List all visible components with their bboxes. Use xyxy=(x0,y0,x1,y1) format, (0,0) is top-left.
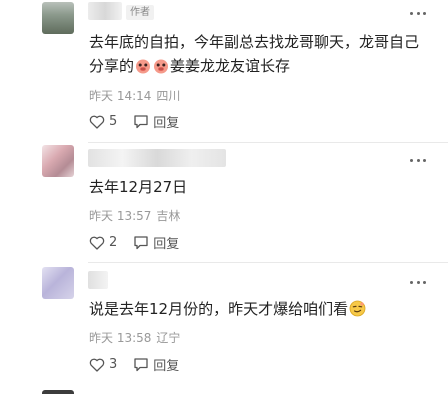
comment-location: 辽宁 xyxy=(156,331,181,345)
comment-meta: 昨天 13:58 辽宁 xyxy=(89,329,185,346)
like-count: 2 xyxy=(109,235,118,250)
author-badge: 作者 xyxy=(126,5,154,20)
comment-bubble-icon xyxy=(134,115,148,129)
avatar[interactable] xyxy=(42,2,74,34)
comment-actions: 5 回复 xyxy=(89,112,195,131)
reply-button[interactable]: 回复 xyxy=(133,355,179,374)
username-blurred[interactable] xyxy=(88,149,226,167)
like-button[interactable]: 2 xyxy=(89,235,117,250)
comment-text: 去年12月27日 xyxy=(89,178,188,196)
comment-item: 说是去年12月份的，昨天才爆给咱们看 昨天 13:58 辽宁 3 回复 xyxy=(0,263,448,394)
red-pig-face-emoji xyxy=(135,57,151,81)
smirk-face-emoji xyxy=(349,300,366,324)
reply-label: 回复 xyxy=(153,359,180,374)
heart-outline-icon xyxy=(89,115,105,129)
reply-button[interactable]: 回复 xyxy=(133,112,179,131)
comment-actions: 3 回复 xyxy=(89,355,195,374)
reply-label: 回复 xyxy=(153,116,180,131)
comment-time: 昨天 14:14 xyxy=(89,89,152,103)
username-blurred[interactable] xyxy=(88,271,108,289)
red-pig-face-emoji xyxy=(153,57,169,81)
comment-bubble-icon xyxy=(134,358,148,372)
comment-time: 昨天 13:57 xyxy=(89,209,152,223)
comment-actions: 2 回复 xyxy=(89,233,195,252)
comment-text: 说是去年12月份的，昨天才爆给咱们看 xyxy=(89,297,425,324)
comment-text: 去年底的自拍，今年副总去找龙哥聊天，龙哥自己分享的 姜姜龙龙友谊长存 xyxy=(89,30,425,81)
like-count: 5 xyxy=(109,114,118,129)
avatar[interactable] xyxy=(42,267,74,299)
like-button[interactable]: 5 xyxy=(89,114,117,129)
like-button[interactable]: 3 xyxy=(89,357,117,372)
avatar[interactable] xyxy=(42,390,74,394)
comment-bubble-icon xyxy=(134,236,148,250)
like-count: 3 xyxy=(109,357,118,372)
reply-button[interactable]: 回复 xyxy=(133,233,179,252)
heart-outline-icon xyxy=(89,358,105,372)
heart-outline-icon xyxy=(89,236,105,250)
more-dots-icon[interactable] xyxy=(410,159,426,163)
more-dots-icon[interactable] xyxy=(410,281,426,285)
comment-location: 吉林 xyxy=(156,209,181,223)
comment-time: 昨天 13:58 xyxy=(89,331,152,345)
more-dots-icon[interactable] xyxy=(410,12,426,16)
comment-item: 去年12月27日 昨天 13:57 吉林 2 回复 xyxy=(0,143,448,263)
username-blurred[interactable] xyxy=(88,2,122,20)
avatar[interactable] xyxy=(42,145,74,177)
comment-meta: 昨天 14:14 四川 xyxy=(89,87,185,104)
reply-label: 回复 xyxy=(153,237,180,252)
comment-item: 作者 去年底的自拍，今年副总去找龙哥聊天，龙哥自己分享的 姜姜龙龙友谊长存 昨天 … xyxy=(0,0,448,140)
comment-location: 四川 xyxy=(156,89,181,103)
comment-meta: 昨天 13:57 吉林 xyxy=(89,207,185,224)
